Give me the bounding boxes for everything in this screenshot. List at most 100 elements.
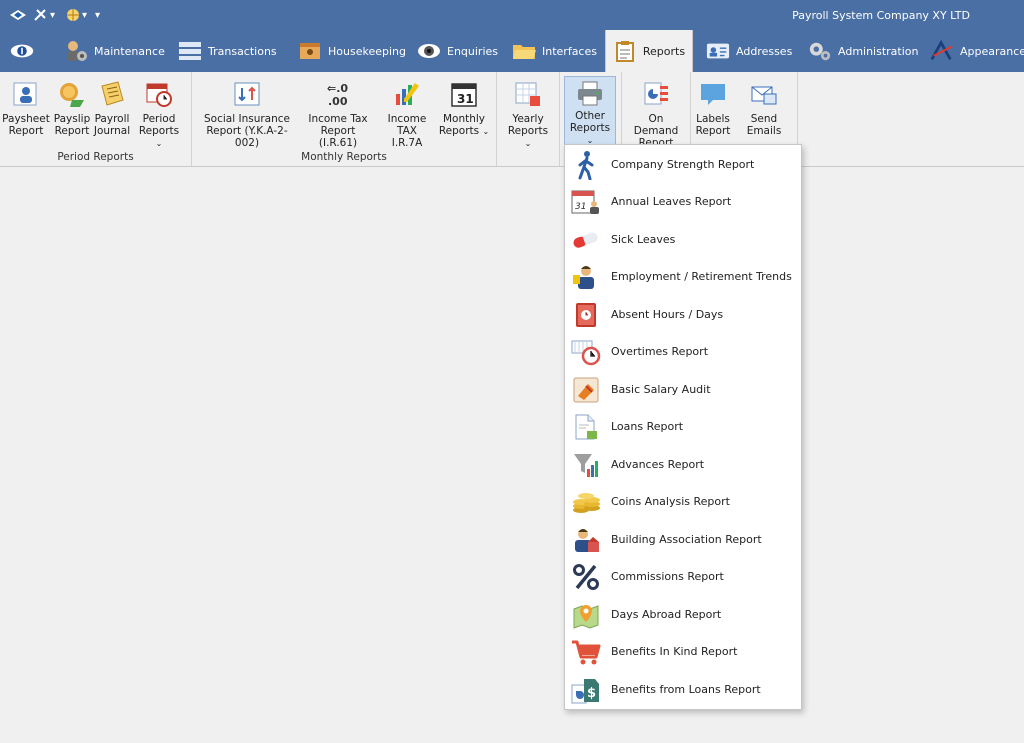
tab-bar: Maintenance Transactions Housekeeping En…	[0, 30, 1024, 72]
labels-icon	[698, 78, 728, 110]
benefits-loans-icon: $	[570, 674, 602, 706]
svg-text:$: $	[587, 686, 596, 701]
tab-label: Appearance	[960, 44, 1024, 58]
group-period-reports: Paysheet Report Payslip Report Payroll J…	[0, 72, 192, 166]
other-reports-button[interactable]: Other Reports ⌄	[564, 76, 616, 148]
on-demand-icon	[641, 78, 671, 110]
menu-item-loans-report[interactable]: Loans Report	[565, 408, 801, 445]
menu-item-sick-leaves[interactable]: Sick Leaves	[565, 221, 801, 258]
svg-text:31: 31	[575, 202, 586, 212]
email-icon	[749, 78, 779, 110]
payslip-icon	[57, 78, 87, 110]
svg-text:31: 31	[457, 92, 474, 106]
menu-item-company-strength-report[interactable]: Company Strength Report	[565, 146, 801, 183]
customize-icon[interactable]: ▾	[95, 6, 100, 24]
tab-reports[interactable]: Reports	[605, 30, 693, 72]
enquiries-icon	[417, 40, 441, 62]
ribbon: Paysheet Report Payslip Report Payroll J…	[0, 72, 1024, 167]
menu-item-overtimes-report[interactable]: Overtimes Report	[565, 333, 801, 370]
labels-report-button[interactable]: Labels Report	[695, 78, 731, 137]
group-label: Monthly Reports	[301, 151, 387, 163]
eye-logo-icon	[10, 40, 34, 62]
calendar-31-icon: 31	[449, 78, 479, 110]
menu-item-employment-retirement-trends[interactable]: Employment / Retirement Trends	[565, 258, 801, 295]
tab-label: Addresses	[736, 44, 793, 58]
addresses-icon	[706, 40, 730, 62]
chevron-down-icon: ▾	[50, 9, 56, 21]
yearly-reports-button[interactable]: Yearly Reports ⌄	[503, 78, 553, 150]
tab-label: Interfaces	[542, 44, 597, 58]
pill-icon	[570, 224, 602, 256]
menu-item-building-association-report[interactable]: Building Association Report	[565, 521, 801, 558]
period-reports-button[interactable]: Period Reports ⌄	[134, 78, 184, 150]
housekeeping-icon	[298, 40, 322, 62]
folder-icon	[512, 40, 536, 62]
send-emails-button[interactable]: Send Emails	[735, 78, 793, 137]
menu-item-basic-salary-audit[interactable]: Basic Salary Audit	[565, 371, 801, 408]
menu-item-commissions-report[interactable]: Commissions Report	[565, 558, 801, 595]
tab-interfaces[interactable]: Interfaces	[512, 30, 597, 72]
paysheet-report-button[interactable]: Paysheet Report	[2, 78, 50, 137]
pencils-icon	[392, 78, 422, 110]
title-bar: ▾ ▾ ▾ Payroll System Company XY LTD	[0, 0, 1024, 30]
menu-item-days-abroad-report[interactable]: Days Abroad Report	[565, 596, 801, 633]
payslip-report-button[interactable]: Payslip Report	[54, 78, 90, 137]
group-monthly-reports: Social Insurance Report (Y.K.A-2-002) ⇐.…	[192, 72, 497, 166]
coins-icon	[570, 486, 602, 518]
printer-icon	[575, 79, 605, 107]
overtime-clock-icon	[570, 336, 602, 368]
svg-text:⇐.0: ⇐.0	[327, 82, 348, 95]
tab-housekeeping[interactable]: Housekeeping	[298, 30, 406, 72]
tab-addresses[interactable]: Addresses	[706, 30, 792, 72]
monthly-reports-button[interactable]: 31 Monthly Reports ⌄	[438, 78, 490, 138]
tab-label: Reports	[642, 44, 686, 58]
tab-label: Maintenance	[94, 44, 165, 58]
tab-enquiries[interactable]: Enquiries	[417, 30, 498, 72]
maintenance-icon	[64, 40, 88, 62]
funnel-chart-icon	[570, 449, 602, 481]
map-pin-icon	[570, 599, 602, 631]
tab-home[interactable]	[10, 30, 40, 72]
calendar-person-icon: 31	[570, 186, 602, 218]
tab-label: Enquiries	[447, 44, 499, 58]
journal-icon	[97, 78, 127, 110]
salary-audit-icon	[570, 374, 602, 406]
loans-document-icon	[570, 411, 602, 443]
percent-icon	[570, 561, 602, 593]
person-trends-icon	[570, 261, 602, 293]
tab-label: Administration	[838, 44, 919, 58]
tab-administration[interactable]: Administration	[808, 30, 919, 72]
yearly-icon	[513, 78, 543, 110]
transactions-icon	[178, 40, 202, 62]
globe-icon[interactable]: ▾	[66, 6, 87, 24]
social-insurance-icon	[232, 78, 262, 110]
absent-book-icon	[570, 299, 602, 331]
menu-item-benefits-in-kind-report[interactable]: Benefits In Kind Report	[565, 633, 801, 670]
period-icon	[144, 78, 174, 110]
svg-text:.00: .00	[328, 95, 348, 108]
menu-item-benefits-from-loans-report[interactable]: $ Benefits from Loans Report	[565, 671, 801, 708]
group-label: Period Reports	[57, 151, 134, 163]
decimal-icon: ⇐.0.00	[323, 78, 353, 110]
chevron-down-icon: ⌄	[155, 139, 163, 148]
paysheet-icon	[11, 78, 41, 110]
social-insurance-report-button[interactable]: Social Insurance Report (Y.K.A-2-002)	[198, 78, 296, 149]
menu-item-absent-hours-days[interactable]: Absent Hours / Days	[565, 296, 801, 333]
income-tax-report-button[interactable]: ⇐.0.00 Income Tax Report (I.R.61)	[300, 78, 376, 149]
other-reports-dropdown: Company Strength Report 31 Annual Leaves…	[564, 144, 802, 710]
logo-icon[interactable]	[8, 6, 28, 24]
shopping-cart-icon	[570, 636, 602, 668]
tools-icon[interactable]: ▾	[32, 6, 55, 24]
menu-item-advances-report[interactable]: Advances Report	[565, 446, 801, 483]
group-yearly: Yearly Reports ⌄	[497, 72, 560, 166]
tab-maintenance[interactable]: Maintenance	[64, 30, 165, 72]
income-tax-ir7a-button[interactable]: Income TAX I.R.7A	[378, 78, 436, 149]
tab-appearance[interactable]: Appearance	[930, 30, 1024, 72]
payroll-journal-button[interactable]: Payroll Journal	[94, 78, 130, 137]
menu-item-annual-leaves-report[interactable]: 31 Annual Leaves Report	[565, 183, 801, 220]
on-demand-report-button[interactable]: On Demand Report	[626, 78, 686, 149]
tab-transactions[interactable]: Transactions	[178, 30, 277, 72]
reports-icon	[613, 40, 637, 62]
menu-item-coins-analysis-report[interactable]: Coins Analysis Report	[565, 483, 801, 520]
tab-label: Transactions	[208, 44, 277, 58]
